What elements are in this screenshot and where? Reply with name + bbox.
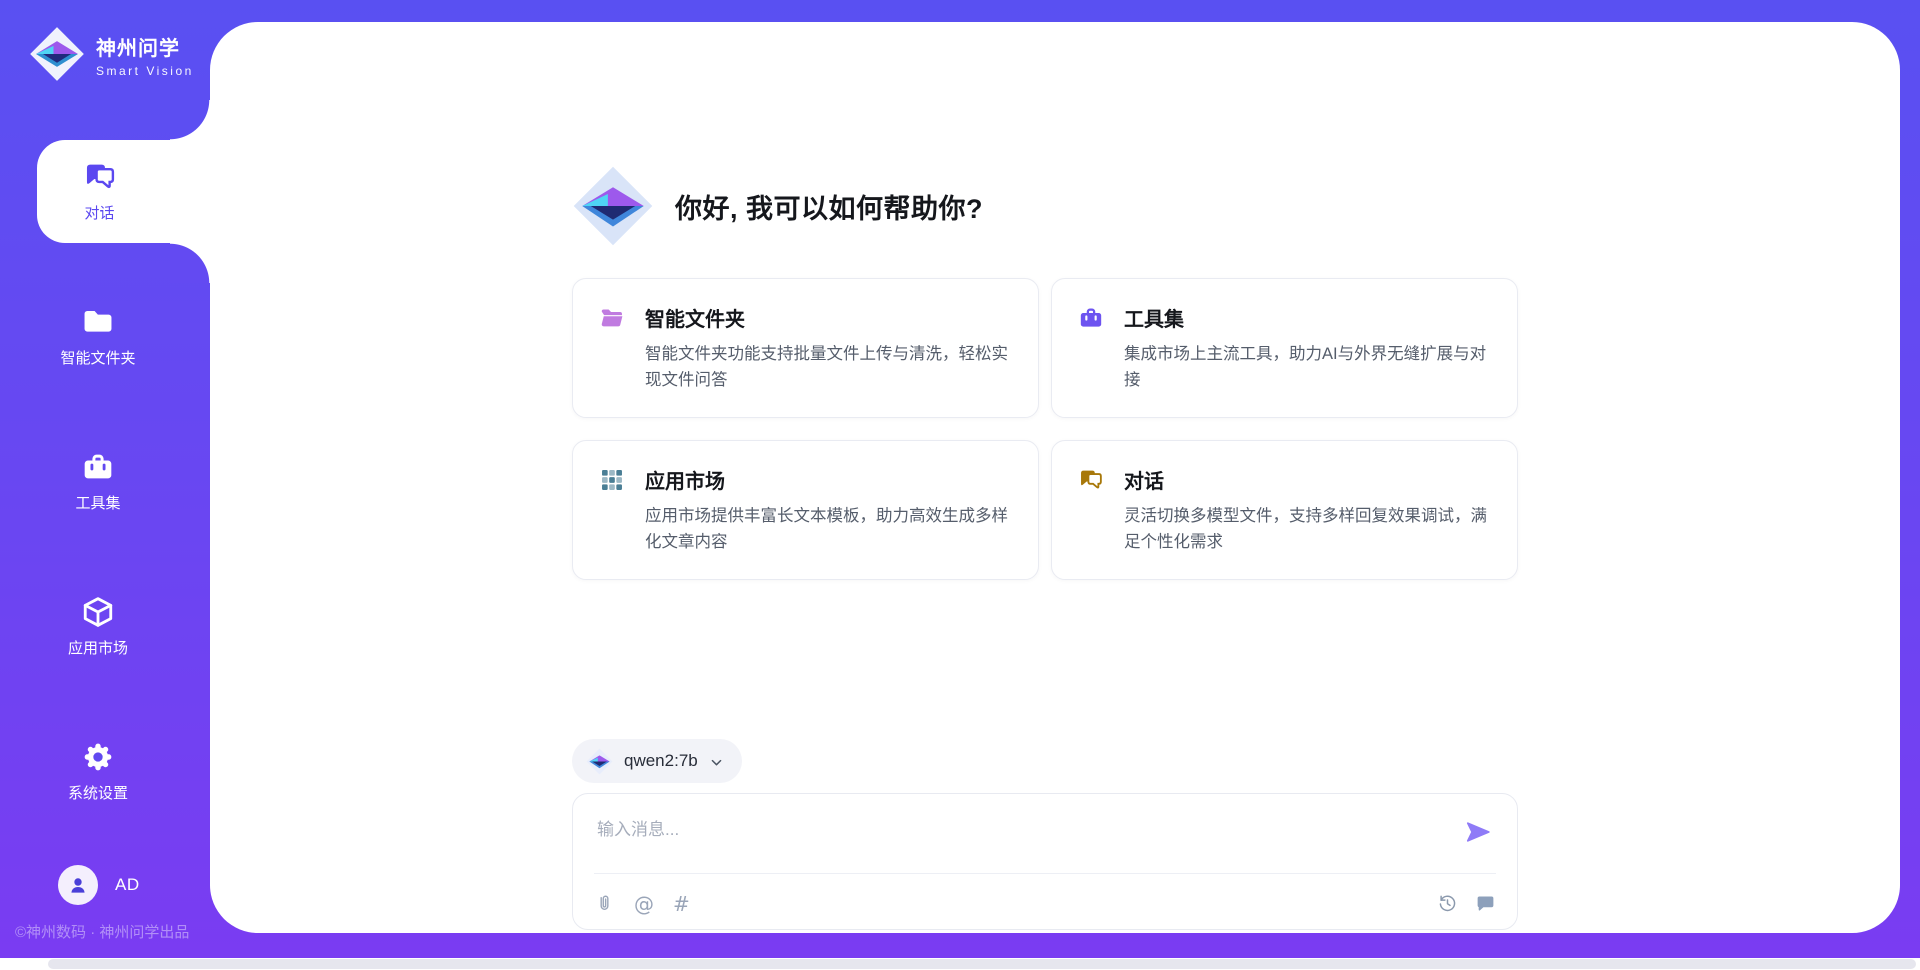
- greeting-logo-diamond-icon: [572, 165, 654, 247]
- sidebar-item-chat[interactable]: 对话: [37, 140, 210, 243]
- card-title: 对话: [1124, 465, 1164, 494]
- cube-icon: [81, 595, 115, 629]
- tab-curve-bottom: [170, 243, 210, 283]
- send-icon: [1464, 818, 1492, 846]
- card-description: 灵活切换多模型文件，支持多样回复效果调试，满足个性化需求: [1124, 504, 1491, 555]
- sidebar-item-label: 系统设置: [68, 782, 128, 803]
- message-composer: @ #: [572, 793, 1518, 930]
- grid-icon: [599, 467, 625, 493]
- horizontal-scrollbar[interactable]: [0, 958, 1920, 970]
- card-toolset[interactable]: 工具集 集成市场上主流工具，助力AI与外界无缝扩展与对接: [1051, 278, 1518, 418]
- chat-bubbles-icon: [1078, 467, 1104, 493]
- scrollbar-thumb[interactable]: [48, 959, 1916, 969]
- greeting-title: 你好, 我可以如何帮助你?: [675, 187, 983, 226]
- brand-subtitle: Smart Vision: [96, 64, 194, 78]
- message-input[interactable]: [573, 794, 1517, 868]
- gear-icon: [81, 740, 115, 774]
- card-description: 应用市场提供丰富长文本模板，助力高效生成多样化文章内容: [645, 504, 1012, 555]
- sidebar: 神州问学 Smart Vision 对话 智能文件夹: [0, 0, 210, 958]
- sidebar-item-label: 工具集: [75, 492, 120, 513]
- briefcase-icon: [81, 450, 115, 484]
- card-smart-folder[interactable]: 智能文件夹 智能文件夹功能支持批量文件上传与清洗，轻松实现文件问答: [572, 278, 1039, 418]
- sidebar-item-toolset[interactable]: 工具集: [0, 430, 210, 533]
- brand-text: 神州问学 Smart Vision: [96, 26, 194, 78]
- chat-bubbles-icon: [83, 160, 117, 194]
- user-name: AD: [115, 875, 140, 895]
- card-description: 智能文件夹功能支持批量文件上传与清洗，轻松实现文件问答: [645, 342, 1012, 393]
- card-title: 应用市场: [645, 465, 725, 494]
- send-button[interactable]: [1464, 818, 1492, 846]
- main-panel: 你好, 我可以如何帮助你? 智能文件夹 智能文件夹功能支持批量文件上传与清洗，轻…: [210, 22, 1900, 933]
- composer-toolbar: @ #: [594, 873, 1496, 933]
- content-column: 你好, 我可以如何帮助你? 智能文件夹 智能文件夹功能支持批量文件上传与清洗，轻…: [572, 22, 1518, 930]
- composer-toolbar-right: [1437, 893, 1496, 914]
- model-logo-diamond-icon: [586, 748, 613, 775]
- model-name: qwen2:7b: [624, 751, 698, 771]
- sidebar-item-app-market[interactable]: 应用市场: [0, 575, 210, 678]
- folder-open-icon: [599, 305, 625, 331]
- app-background: 神州问学 Smart Vision 对话 智能文件夹: [0, 0, 1920, 958]
- brand: 神州问学 Smart Vision: [0, 0, 210, 140]
- sidebar-item-label: 智能文件夹: [60, 347, 135, 368]
- person-icon: [66, 873, 90, 897]
- message-icon[interactable]: [1475, 893, 1496, 914]
- card-title: 工具集: [1124, 303, 1184, 332]
- card-title: 智能文件夹: [645, 303, 745, 332]
- sidebar-item-settings[interactable]: 系统设置: [0, 720, 210, 823]
- card-description: 集成市场上主流工具，助力AI与外界无缝扩展与对接: [1124, 342, 1491, 393]
- folder-icon: [81, 305, 115, 339]
- user-profile[interactable]: AD: [58, 865, 210, 905]
- avatar: [58, 865, 98, 905]
- card-app-market[interactable]: 应用市场 应用市场提供丰富长文本模板，助力高效生成多样化文章内容: [572, 440, 1039, 580]
- sidebar-item-label: 应用市场: [68, 637, 128, 658]
- sidebar-item-smart-folder[interactable]: 智能文件夹: [0, 285, 210, 388]
- sidebar-item-label: 对话: [84, 202, 114, 223]
- briefcase-icon: [1078, 305, 1104, 331]
- greeting: 你好, 我可以如何帮助你?: [572, 165, 1518, 247]
- card-chat[interactable]: 对话 灵活切换多模型文件，支持多样回复效果调试，满足个性化需求: [1051, 440, 1518, 580]
- brand-title: 神州问学: [96, 32, 194, 61]
- mention-icon[interactable]: @: [634, 894, 654, 914]
- chevron-down-icon: [709, 753, 724, 770]
- brand-logo-diamond-icon: [29, 26, 85, 82]
- copyright-text: ©神州数码 · 神州问学出品: [15, 921, 210, 942]
- model-selector[interactable]: qwen2:7b: [572, 739, 742, 783]
- hash-icon[interactable]: #: [673, 894, 690, 914]
- attachment-icon[interactable]: [594, 893, 615, 914]
- history-icon[interactable]: [1437, 893, 1458, 914]
- feature-cards: 智能文件夹 智能文件夹功能支持批量文件上传与清洗，轻松实现文件问答: [572, 278, 1518, 580]
